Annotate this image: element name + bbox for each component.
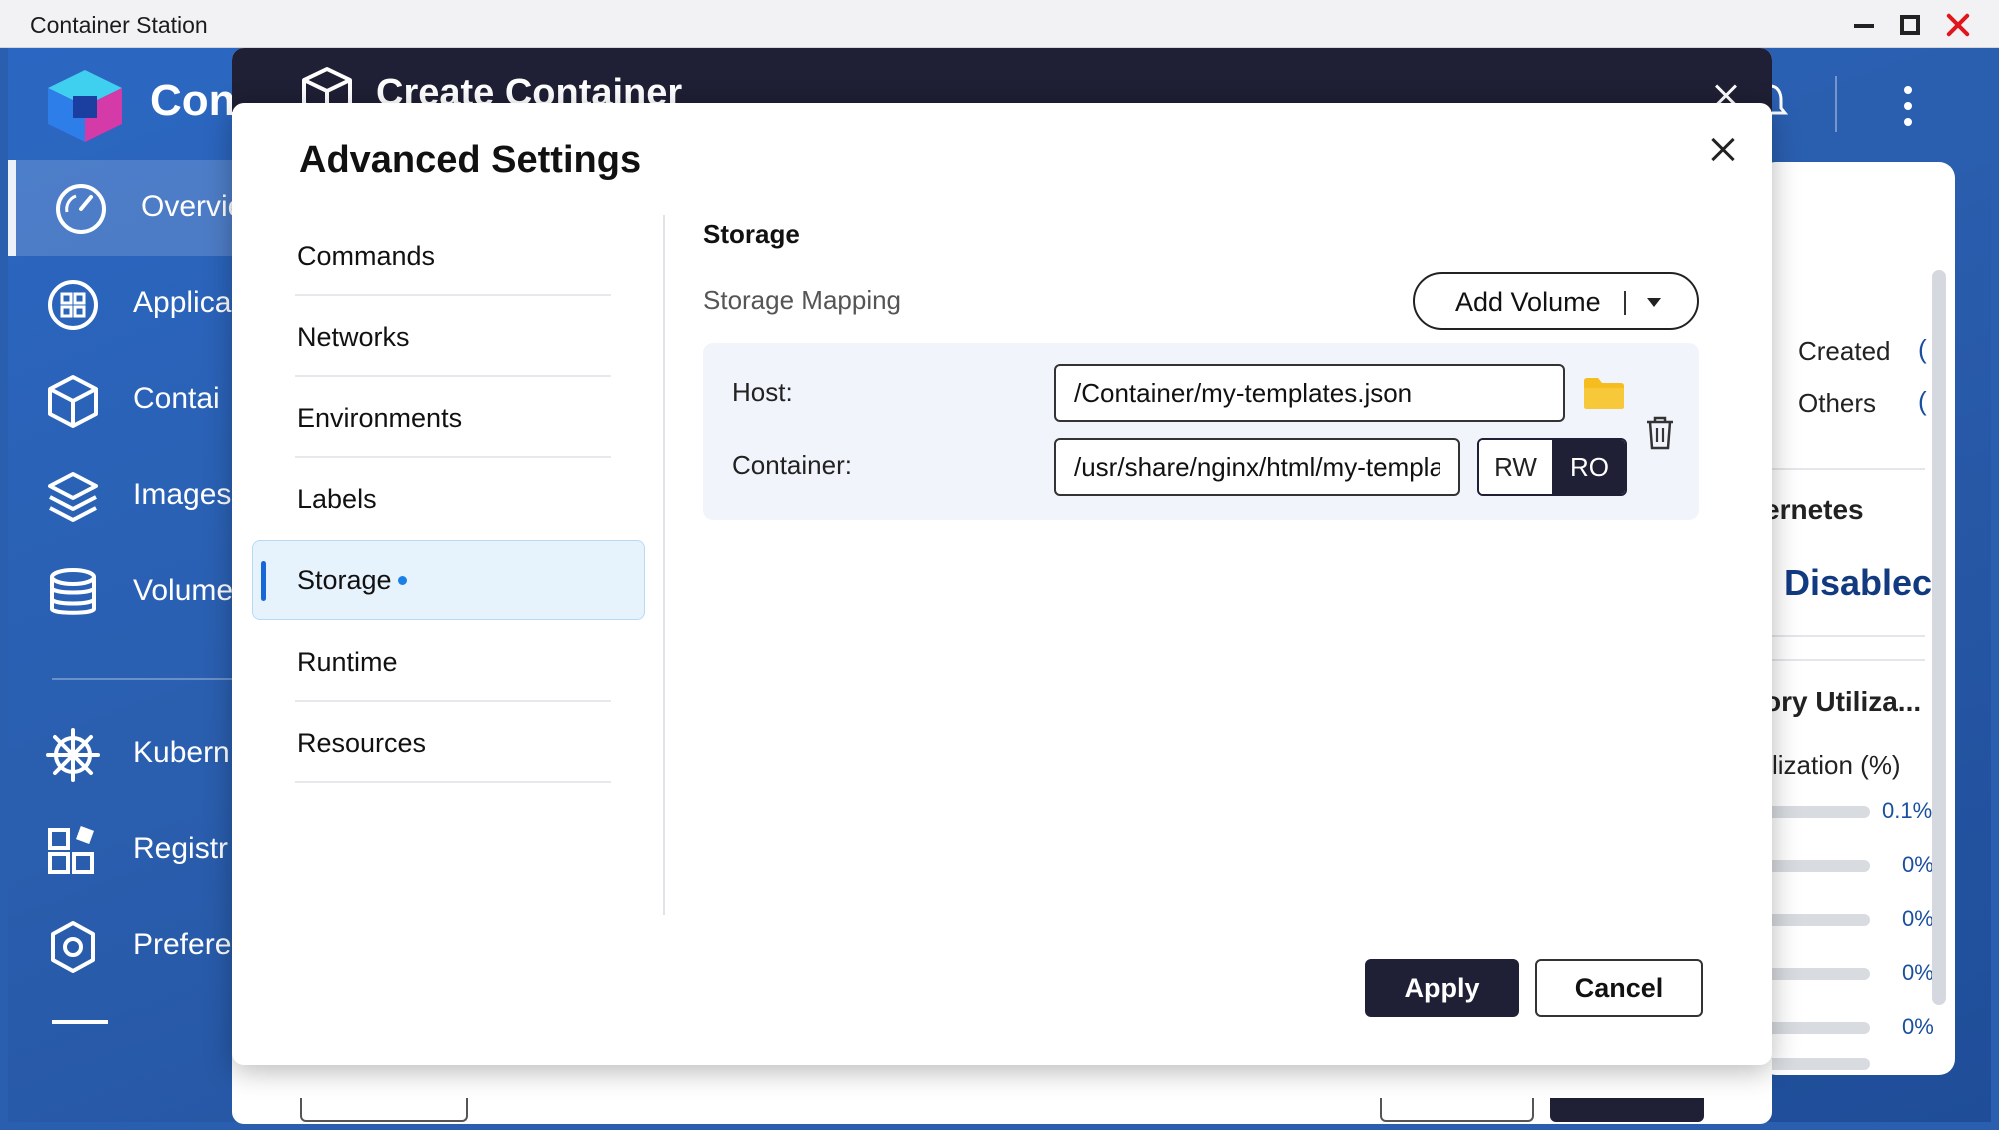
window-title: Container Station — [30, 12, 208, 38]
kubernetes-status: Disablec — [1784, 562, 1933, 603]
usage-value: 0% — [1902, 960, 1934, 985]
usage-bar — [1760, 806, 1870, 818]
chevron-down-icon[interactable] — [1647, 298, 1661, 307]
section-title: Storage — [703, 219, 800, 249]
close-window-button[interactable] — [1941, 8, 1975, 42]
minimize-button[interactable] — [1846, 8, 1880, 42]
usage-value: 0% — [1902, 1014, 1934, 1039]
menu-item-labels[interactable]: Labels — [295, 458, 611, 539]
apps-grid-icon — [48, 280, 98, 330]
sidebar-item-label: Contai — [133, 382, 220, 415]
container-path-input[interactable] — [1054, 438, 1460, 496]
ro-option[interactable]: RO — [1552, 440, 1625, 494]
gear-icon — [51, 921, 95, 973]
menu-item-commands[interactable]: Commands — [295, 215, 611, 296]
panel-divider — [1760, 635, 1925, 637]
sidebar-item-applications[interactable]: Applica — [8, 256, 238, 352]
menu-item-networks[interactable]: Networks — [295, 296, 611, 377]
usage-bar — [1760, 1022, 1870, 1034]
usage-bar — [1760, 914, 1870, 926]
dialog-title: Advanced Settings — [299, 139, 642, 181]
panel-divider — [1760, 468, 1925, 470]
cancel-button[interactable]: Cancel — [1535, 959, 1703, 1017]
sidebar-item-label: Overvie — [141, 190, 245, 223]
sidebar-item-registries[interactable]: Registr — [8, 802, 238, 898]
menu-item-runtime[interactable]: Runtime — [295, 621, 611, 702]
menu-item-storage[interactable]: Storage — [252, 540, 645, 620]
sidebar-item-images[interactable]: Images — [8, 448, 238, 544]
created-label: Created — [1798, 336, 1891, 366]
memory-heading: ory Utiliza... — [1764, 686, 1922, 717]
others-label: Others — [1798, 388, 1877, 418]
sidebar-item-label: Volume — [133, 574, 234, 607]
usage-value: 0% — [1902, 852, 1934, 877]
advanced-settings-dialog: Advanced Settings Commands Networks Envi… — [232, 103, 1772, 1065]
sidebar-item-volumes[interactable]: Volume — [8, 544, 238, 640]
volume-mapping-card: Host: Container: RW RO — [703, 343, 1699, 520]
create-container-back-button[interactable] — [300, 1098, 468, 1122]
menu-item-label: Resources — [297, 728, 427, 758]
maximize-button[interactable] — [1893, 8, 1927, 42]
layers-icon — [48, 472, 98, 522]
gauge-icon — [56, 184, 106, 234]
sidebar-item-label: Prefere — [133, 928, 232, 961]
sidebar-item-kubernetes[interactable]: Kubern — [8, 706, 238, 802]
apply-button[interactable]: Apply — [1365, 959, 1519, 1017]
menu-item-environments[interactable]: Environments — [295, 377, 611, 458]
sidebar-item-preferences[interactable]: Prefere — [8, 898, 238, 994]
menu-item-resources[interactable]: Resources — [295, 702, 611, 783]
modified-dot-icon — [398, 576, 407, 585]
trash-icon[interactable] — [1645, 415, 1675, 451]
sidebar-item-containers[interactable]: Contai — [8, 352, 238, 448]
sidebar-item-overview[interactable]: Overvie — [8, 160, 244, 256]
usage-bar — [1760, 1058, 1870, 1070]
host-label: Host: — [732, 377, 793, 407]
container-station-logo-icon — [48, 70, 122, 142]
registry-blocks-icon — [48, 826, 94, 874]
memory-subheading: lization (%) — [1772, 750, 1901, 780]
sidebar-collapse-handle[interactable] — [52, 1020, 108, 1024]
rw-option[interactable]: RW — [1479, 440, 1552, 494]
add-volume-label: Add Volume — [1455, 287, 1601, 317]
usage-value: 0% — [1902, 906, 1934, 931]
create-container-cancel-button[interactable] — [1380, 1098, 1534, 1122]
dialog-close-button[interactable] — [1706, 133, 1740, 167]
panel-scrollbar[interactable] — [1932, 270, 1946, 1005]
menu-item-label: Commands — [297, 241, 436, 271]
panel-divider — [1760, 659, 1925, 661]
app-name: Con — [150, 76, 236, 125]
create-container-next-button[interactable] — [1550, 1098, 1704, 1122]
container-label: Container: — [732, 450, 852, 480]
menu-item-label: Runtime — [297, 647, 398, 677]
menu-item-label: Environments — [297, 403, 463, 433]
usage-value: 0.1% — [1882, 798, 1933, 823]
menu-divider — [663, 215, 665, 915]
overview-panel: Created ( Others ( ernetes Disablec ory … — [1760, 162, 1955, 1075]
section-subtitle: Storage Mapping — [703, 285, 902, 315]
cube-icon — [48, 375, 98, 428]
database-icon — [50, 568, 96, 615]
kubernetes-heading: ernetes — [1764, 494, 1864, 525]
menu-item-label: Labels — [297, 484, 377, 514]
helm-wheel-icon — [46, 728, 100, 782]
sidebar-item-label: Images — [133, 478, 232, 511]
host-path-input[interactable] — [1054, 364, 1565, 422]
window-titlebar: Container Station — [0, 0, 1999, 48]
folder-icon[interactable] — [1582, 375, 1626, 411]
sidebar-divider — [52, 678, 242, 680]
active-indicator — [261, 561, 266, 601]
add-volume-button[interactable]: Add Volume — [1413, 272, 1699, 330]
usage-bar — [1760, 860, 1870, 872]
sidebar-item-label: Applica — [133, 286, 232, 319]
more-options-icon[interactable] — [1898, 84, 1918, 128]
usage-bar — [1760, 968, 1870, 980]
menu-item-label: Networks — [297, 322, 410, 352]
sidebar-item-label: Registr — [133, 832, 229, 865]
menu-item-label: Storage — [297, 565, 392, 595]
access-mode-toggle: RW RO — [1477, 438, 1627, 496]
sidebar-item-label: Kubern — [133, 736, 230, 769]
header-divider — [1835, 76, 1837, 132]
